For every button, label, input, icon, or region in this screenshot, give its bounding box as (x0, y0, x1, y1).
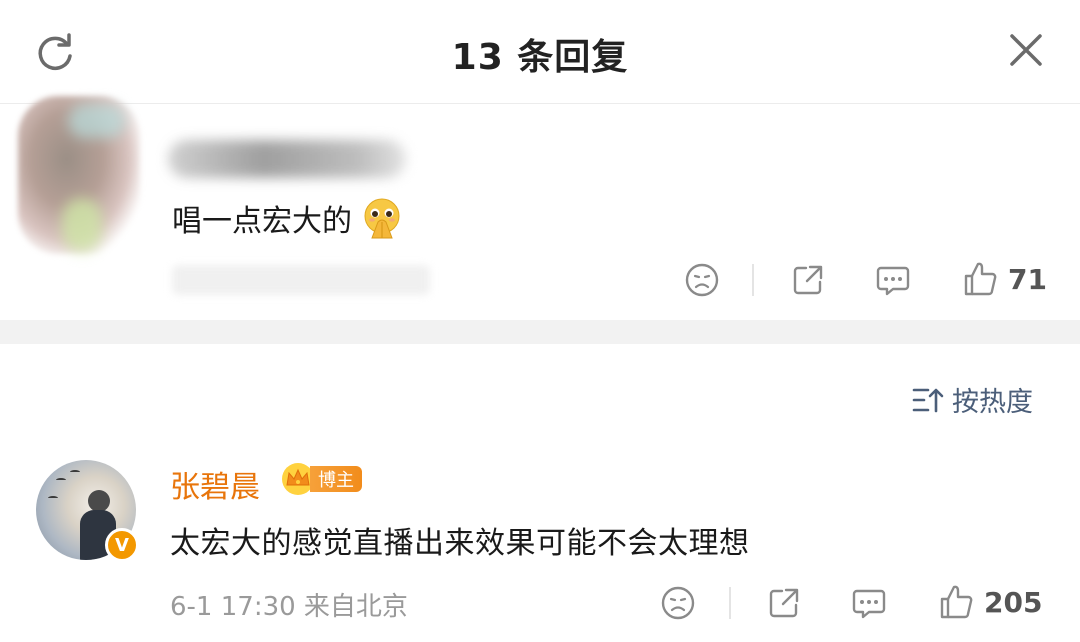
divider (729, 587, 731, 619)
divider (752, 264, 754, 296)
comment-icon (876, 266, 910, 296)
share-icon (793, 265, 823, 295)
thumbs-up-icon (940, 585, 973, 619)
avatar-blurred[interactable] (18, 96, 140, 254)
bird-shape (48, 496, 58, 500)
dislike-button[interactable] (660, 585, 696, 621)
reply-author[interactable]: 张碧晨 (170, 462, 260, 506)
host-badge-label: 博主 (310, 466, 362, 492)
dislike-button[interactable] (684, 262, 720, 298)
verified-badge: V (105, 528, 139, 562)
username-blurred[interactable] (168, 140, 406, 178)
parent-comment (0, 104, 1080, 320)
bird-shape (56, 478, 66, 482)
sort-label: 按热度 (952, 387, 1033, 418)
comment-icon (852, 589, 886, 619)
comment-button[interactable] (875, 262, 911, 298)
share-button[interactable] (790, 262, 826, 298)
share-icon (769, 588, 799, 618)
like-count: 71 (1008, 262, 1047, 296)
parent-comment-text: 唱一点宏大的 (172, 196, 404, 240)
pray-emoji-icon (364, 198, 400, 239)
like-button[interactable]: 205 (938, 583, 1042, 621)
avatar-figure-head (88, 490, 110, 512)
reply-text: 太宏大的感觉直播出来效果可能不会太理想 (170, 526, 750, 561)
page-title: 13 条回复 (451, 37, 629, 78)
sort-by-hot-button[interactable]: 按热度 (912, 380, 1033, 419)
share-button[interactable] (766, 585, 802, 621)
comment-text: 唱一点宏大的 (172, 204, 352, 239)
sort-icon (912, 388, 944, 412)
dislike-face-icon (685, 263, 719, 297)
close-button[interactable] (1000, 24, 1052, 76)
reply-meta: 6-1 17:30 来自北京 (170, 592, 408, 622)
avatar-tint (62, 198, 102, 252)
like-button[interactable]: 71 (962, 260, 1047, 298)
thumbs-up-icon (964, 262, 997, 296)
avatar-tint (68, 104, 126, 138)
dialog-header: 13 条回复 (0, 0, 1080, 104)
host-badge: 博主 (280, 463, 362, 495)
dislike-face-icon (661, 586, 695, 620)
close-icon (1010, 34, 1042, 66)
meta-blurred (172, 265, 430, 295)
comment-button[interactable] (851, 585, 887, 621)
section-divider (0, 320, 1080, 344)
bird-shape (70, 470, 80, 474)
like-count: 205 (984, 585, 1043, 619)
